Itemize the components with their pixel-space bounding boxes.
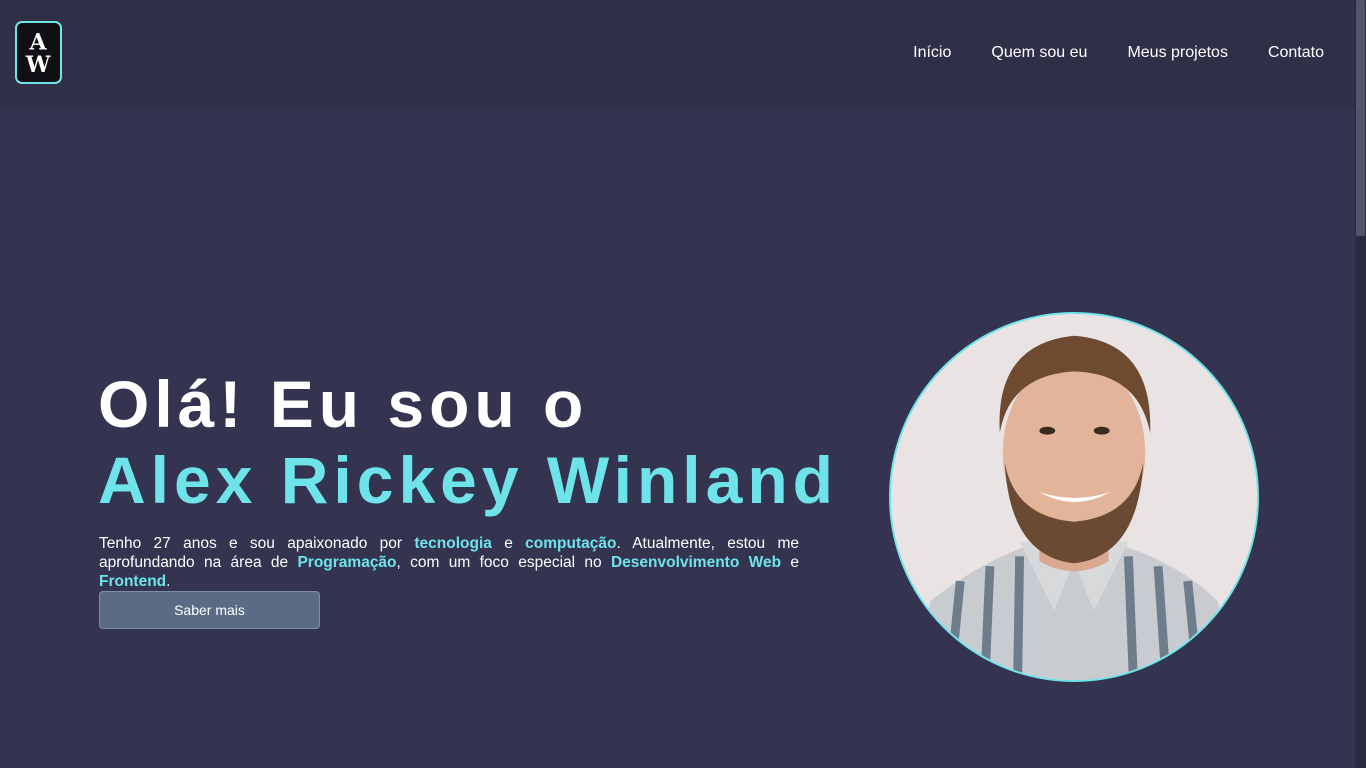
scrollbar-thumb[interactable] — [1356, 0, 1365, 236]
nav-link-contato[interactable]: Contato — [1268, 44, 1324, 62]
intro-text: , com um foco especial no — [396, 554, 611, 571]
intro-text: Tenho 27 anos e sou apaixonado por — [99, 535, 415, 552]
page-scrollbar[interactable] — [1355, 0, 1366, 768]
hero-title: Olá! Eu sou o Alex Rickey Winland — [98, 368, 838, 516]
nav-link-inicio[interactable]: Início — [913, 44, 951, 62]
intro-text: e — [491, 535, 526, 552]
intro-highlight: tecnologia — [414, 535, 492, 552]
hero-intro: Tenho 27 anos e sou apaixonado por tecno… — [99, 534, 799, 591]
profile-photo — [889, 312, 1259, 682]
intro-highlight: Frontend — [99, 573, 167, 590]
intro-highlight: Desenvolvimento Web — [610, 554, 782, 571]
profile-photo-illustration — [891, 314, 1257, 680]
nav-link-quem-sou-eu[interactable]: Quem sou eu — [991, 44, 1087, 62]
intro-text: e — [781, 554, 799, 571]
intro-highlight: computação — [525, 535, 617, 552]
logo[interactable]: A W — [15, 21, 62, 84]
hero-name: Alex Rickey Winland — [98, 443, 838, 517]
site-header: A W Início Quem sou eu Meus projetos Con… — [0, 0, 1355, 107]
logo-aw-icon: A W — [25, 29, 51, 78]
main-nav: Início Quem sou eu Meus projetos Contato — [913, 44, 1324, 62]
saber-mais-button[interactable]: Saber mais — [99, 591, 320, 629]
hero-greeting: Olá! Eu sou o — [98, 367, 589, 441]
intro-text: . — [166, 573, 171, 590]
intro-highlight: Programação — [297, 554, 397, 571]
svg-text:W: W — [25, 52, 51, 78]
nav-link-meus-projetos[interactable]: Meus projetos — [1127, 44, 1228, 62]
